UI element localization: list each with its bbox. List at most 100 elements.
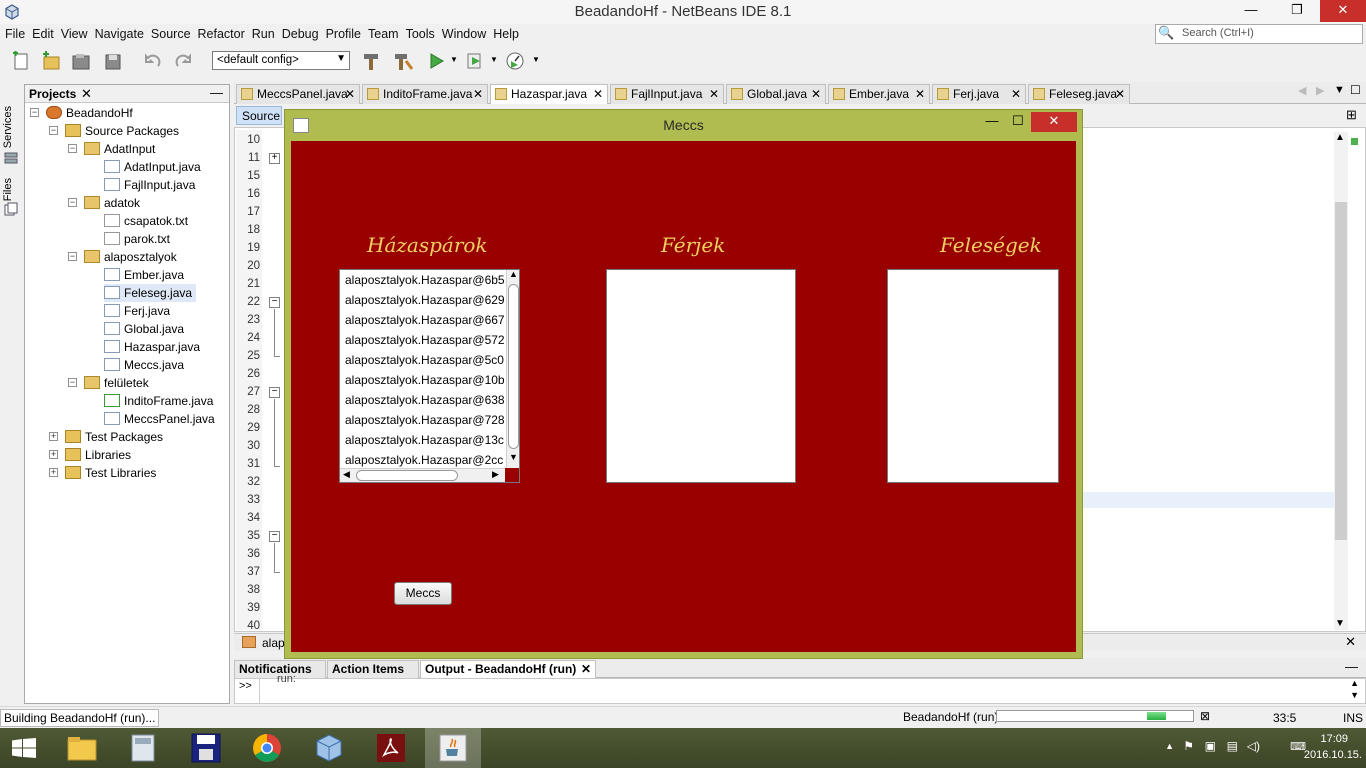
list-item[interactable]: alaposztalyok.Hazaspar@13c: [340, 430, 519, 450]
debug-dropdown-icon[interactable]: ▼: [490, 55, 498, 64]
close-button[interactable]: ✕: [1320, 0, 1366, 22]
tab-ferj[interactable]: Ferj.java ✕: [932, 84, 1026, 104]
maximize-editor-icon[interactable]: ☐: [1350, 83, 1361, 97]
menu-debug[interactable]: Debug: [281, 24, 324, 45]
maximize-button[interactable]: ❐: [1274, 0, 1320, 22]
tree-toggle[interactable]: −: [49, 126, 58, 135]
close-tab-icon[interactable]: ✕: [581, 661, 591, 677]
tree-node-file[interactable]: FajlInput.java: [104, 176, 195, 194]
menu-tools[interactable]: Tools: [405, 24, 440, 45]
scroll-down-icon[interactable]: ▼: [1335, 618, 1345, 629]
open-project-icon[interactable]: [70, 51, 92, 71]
tree-node-source-packages[interactable]: Source Packages: [65, 122, 179, 140]
tree-node-file[interactable]: Ember.java: [104, 266, 184, 284]
close-tab-icon[interactable]: ✕: [1011, 85, 1021, 103]
list-vertical-scrollbar[interactable]: ▲ ▼: [506, 270, 519, 468]
close-tab-icon[interactable]: ✕: [593, 85, 603, 103]
output-console[interactable]: >> run: ▲ ▼: [234, 673, 1366, 704]
scroll-up-icon[interactable]: ▲: [1335, 132, 1345, 143]
tab-action-items[interactable]: Action Items: [327, 660, 419, 678]
tree-node-file-selected[interactable]: Feleseg.java: [104, 284, 197, 302]
status-message[interactable]: Building BeadandoHf (run)...: [0, 709, 160, 727]
editor-vertical-scrollbar[interactable]: [1334, 132, 1348, 630]
run-dropdown-icon[interactable]: ▼: [450, 55, 458, 64]
scroll-tabs-left-icon[interactable]: ◀: [1298, 84, 1306, 97]
tab-output[interactable]: Output - BeadandoHf (run) ✕: [420, 660, 596, 678]
volume-icon[interactable]: ◁): [1247, 739, 1260, 753]
close-tab-icon[interactable]: ✕: [1115, 85, 1125, 103]
new-project-icon[interactable]: [40, 51, 62, 71]
tree-toggle[interactable]: +: [49, 450, 58, 459]
scroll-left-icon[interactable]: ◀: [343, 469, 350, 480]
services-tab[interactable]: Services: [2, 106, 14, 148]
menu-edit[interactable]: Edit: [31, 24, 59, 45]
close-breadcrumb-icon[interactable]: ✕: [1345, 634, 1356, 650]
menu-navigate[interactable]: Navigate: [94, 24, 149, 45]
close-tab-icon[interactable]: ✕: [709, 85, 719, 103]
list-horizontal-scrollbar[interactable]: ◀ ▶: [340, 468, 506, 482]
undo-icon[interactable]: [142, 51, 164, 71]
search-input[interactable]: 🔍 Search (Ctrl+I): [1155, 24, 1363, 44]
scroll-up-icon[interactable]: ▲: [509, 270, 518, 279]
taskbar-virtualbox[interactable]: [301, 728, 357, 768]
fold-toggle[interactable]: −: [269, 531, 280, 542]
ferjek-list[interactable]: [606, 269, 796, 483]
list-item[interactable]: alaposztalyok.Hazaspar@572: [340, 330, 519, 350]
scroll-down-icon[interactable]: ▼: [1350, 690, 1359, 700]
fold-toggle[interactable]: +: [269, 153, 280, 164]
scroll-tabs-right-icon[interactable]: ▶: [1316, 84, 1324, 97]
tree-node-file[interactable]: MeccsPanel.java: [104, 410, 215, 428]
tree-toggle[interactable]: +: [49, 432, 58, 441]
new-file-icon[interactable]: [10, 51, 32, 71]
tree-node-package[interactable]: adatok: [84, 194, 140, 212]
tree-node-file[interactable]: AdatInput.java: [104, 158, 201, 176]
minimize-projects-icon[interactable]: —: [210, 85, 223, 100]
tree-node-package[interactable]: AdatInput: [84, 140, 155, 158]
tab-meccspanel[interactable]: MeccsPanel.java ✕: [236, 84, 360, 104]
close-tab-icon[interactable]: ✕: [473, 85, 483, 103]
minimize-output-icon[interactable]: —: [1345, 659, 1358, 674]
felesegek-list[interactable]: [887, 269, 1059, 483]
run-icon[interactable]: [426, 51, 448, 71]
list-item[interactable]: alaposztalyok.Hazaspar@10b: [340, 370, 519, 390]
menu-view[interactable]: View: [60, 24, 93, 45]
security-icon[interactable]: ▣: [1205, 739, 1216, 753]
scrollbar-thumb[interactable]: [508, 284, 519, 449]
tree-node-test-libraries[interactable]: Test Libraries: [65, 464, 156, 482]
tree-node-test-packages[interactable]: Test Packages: [65, 428, 163, 446]
list-item[interactable]: alaposztalyok.Hazaspar@667: [340, 310, 519, 330]
tree-toggle[interactable]: −: [68, 252, 77, 261]
hazasparok-list[interactable]: alaposztalyok.Hazaspar@6b5 alaposztalyok.…: [339, 269, 520, 483]
tree-toggle[interactable]: −: [68, 144, 77, 153]
files-tab[interactable]: Files: [2, 178, 14, 201]
breadcrumb[interactable]: alap: [262, 636, 285, 650]
list-item[interactable]: alaposztalyok.Hazaspar@6b5: [340, 270, 519, 290]
tree-node-file[interactable]: InditoFrame.java: [104, 392, 213, 410]
clock-time[interactable]: 17:09: [1320, 733, 1348, 745]
running-task-label[interactable]: BeadandoHf (run): [903, 710, 998, 724]
list-item[interactable]: alaposztalyok.Hazaspar@728: [340, 410, 519, 430]
config-select[interactable]: <default config> ▼: [212, 51, 350, 70]
scroll-up-icon[interactable]: ▲: [1350, 678, 1359, 688]
menu-file[interactable]: File: [4, 24, 30, 45]
menu-help[interactable]: Help: [492, 24, 524, 45]
output-toolbar-expand-icon[interactable]: >>: [239, 680, 252, 692]
menu-window[interactable]: Window: [441, 24, 491, 45]
menu-team[interactable]: Team: [367, 24, 404, 45]
taskbar-acrobat[interactable]: [363, 728, 419, 768]
build-hammer-icon[interactable]: [360, 51, 382, 71]
tab-ember[interactable]: Ember.java ✕: [828, 84, 930, 104]
tree-node-file[interactable]: Ferj.java: [104, 302, 170, 320]
close-tab-icon[interactable]: ✕: [345, 85, 355, 103]
profile-icon[interactable]: [504, 51, 526, 71]
split-editor-icon[interactable]: ⊞: [1346, 107, 1357, 123]
fold-toggle[interactable]: −: [269, 387, 280, 398]
menu-profile[interactable]: Profile: [325, 24, 366, 45]
taskbar-save-app[interactable]: [177, 728, 233, 768]
fold-toggle[interactable]: −: [269, 297, 280, 308]
save-all-icon[interactable]: [102, 51, 124, 71]
tree-node-project[interactable]: BeadandoHf: [46, 104, 133, 122]
list-item[interactable]: alaposztalyok.Hazaspar@2cc: [340, 450, 519, 470]
tab-list-icon[interactable]: ▼: [1334, 84, 1345, 96]
list-item[interactable]: alaposztalyok.Hazaspar@638: [340, 390, 519, 410]
